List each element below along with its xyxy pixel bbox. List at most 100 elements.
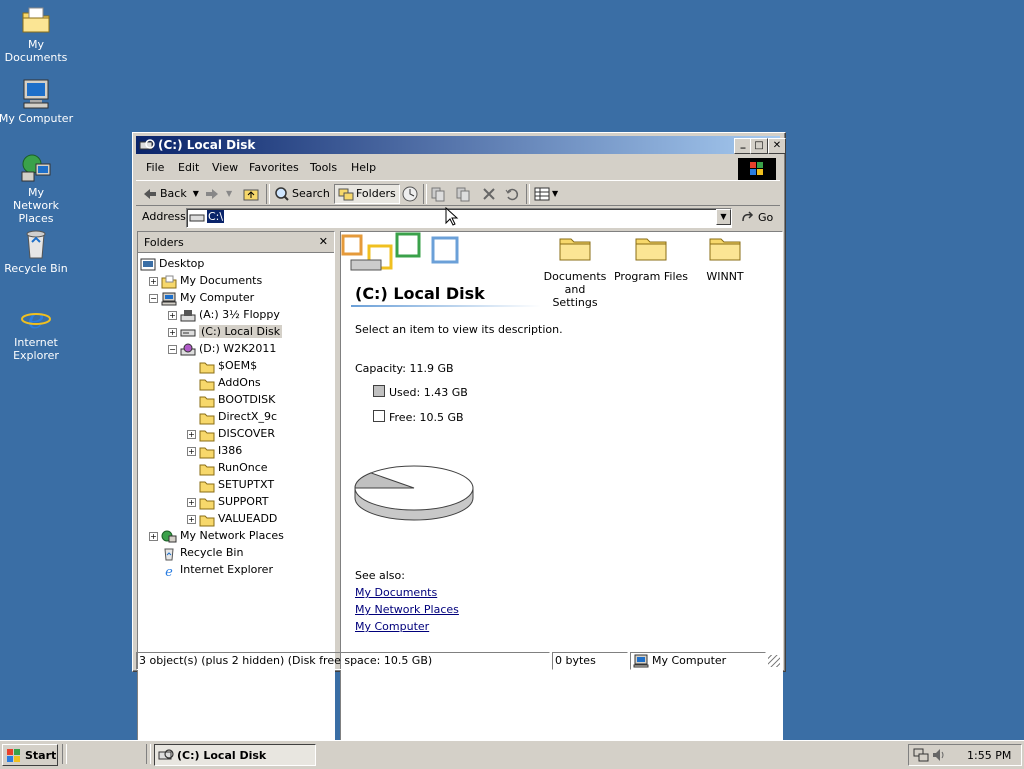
expand-button[interactable]: +: [187, 447, 196, 456]
search-button[interactable]: Search: [274, 185, 330, 203]
address-input[interactable]: C:\ ▼: [186, 208, 732, 228]
desktop-icon-my-computer[interactable]: My Computer: [0, 78, 74, 125]
delete-button[interactable]: [481, 185, 497, 203]
history-button[interactable]: [402, 185, 418, 203]
folders-pane: Folders ✕ Desktop + My Documents − My Comput…: [137, 231, 335, 749]
tree-item-label: I386: [218, 444, 243, 457]
free-text: Free: 10.5 GB: [389, 411, 464, 424]
computer-icon: [161, 292, 177, 305]
close-button[interactable]: ✕: [768, 138, 786, 154]
heading-underline: [351, 305, 541, 307]
menu-tools[interactable]: Tools: [310, 161, 337, 174]
tree-item[interactable]: RunOnce: [199, 459, 268, 476]
quick-launch-separator: [146, 744, 151, 764]
folder-icon: [559, 238, 591, 261]
menu-file[interactable]: File: [146, 161, 164, 174]
up-folder-button[interactable]: [242, 185, 260, 203]
resize-grip[interactable]: [768, 655, 780, 667]
link-my-network-places[interactable]: My Network Places: [355, 603, 459, 616]
link-my-computer[interactable]: My Computer: [355, 620, 429, 633]
tree-item[interactable]: My Documents: [161, 272, 262, 289]
mouse-cursor: [445, 207, 459, 226]
up-folder-icon: [243, 189, 259, 201]
tree-item[interactable]: (A:) 3½ Floppy: [180, 306, 280, 323]
expand-button[interactable]: +: [187, 498, 196, 507]
computer-icon: [20, 78, 52, 110]
internet-explorer-icon: e: [161, 564, 177, 580]
link-my-documents[interactable]: My Documents: [355, 586, 437, 599]
expand-button[interactable]: +: [168, 328, 177, 337]
maximize-button[interactable]: □: [750, 138, 768, 154]
tree-item[interactable]: Recycle Bin: [161, 544, 243, 561]
tree-item[interactable]: My Computer: [161, 289, 254, 306]
collapse-button[interactable]: −: [168, 345, 177, 354]
expand-button[interactable]: +: [149, 532, 158, 541]
collapse-button[interactable]: −: [149, 294, 158, 303]
tree-item-label: RunOnce: [218, 461, 268, 474]
volume-icon[interactable]: [931, 747, 947, 763]
expand-button[interactable]: +: [187, 430, 196, 439]
go-arrow-icon: [742, 211, 754, 222]
folder-icon: [199, 445, 215, 458]
tree-item-label: BOOTDISK: [218, 393, 276, 406]
file-item-program-files[interactable]: Program Files: [613, 234, 689, 283]
tree-item-label: DirectX_9c: [218, 410, 278, 423]
floppy-drive-icon: [180, 309, 196, 322]
tree-item[interactable]: BOOTDISK: [199, 391, 275, 408]
tree-item[interactable]: My Network Places: [161, 527, 284, 544]
menu-view[interactable]: View: [212, 161, 238, 174]
move-to-button[interactable]: [430, 185, 446, 203]
views-button[interactable]: ▼: [534, 185, 558, 203]
menu-edit[interactable]: Edit: [178, 161, 199, 174]
folders-icon: [338, 188, 354, 201]
back-button[interactable]: Back ▼: [142, 185, 199, 203]
tree-item[interactable]: SUPPORT: [199, 493, 269, 510]
title-bar[interactable]: (C:) Local Disk _ □ ✕: [136, 136, 786, 154]
copy-to-button[interactable]: [455, 185, 471, 203]
desktop-icon-my-network-places[interactable]: My Network Places: [0, 152, 74, 225]
desktop-icon-recycle-bin[interactable]: Recycle Bin: [0, 228, 74, 275]
my-documents-icon: [161, 275, 177, 288]
tree-item[interactable]: AddOns: [199, 374, 261, 391]
tree-item[interactable]: VALUEADD: [199, 510, 277, 527]
menu-favorites[interactable]: Favorites: [249, 161, 299, 174]
back-arrow-icon: [144, 189, 156, 199]
tree-item[interactable]: SETUPTXT: [199, 476, 274, 493]
forward-button[interactable]: ▼: [204, 185, 232, 203]
cd-drive-icon: [180, 343, 196, 356]
tree-item[interactable]: DISCOVER: [199, 425, 275, 442]
menu-help[interactable]: Help: [351, 161, 376, 174]
go-button[interactable]: Go: [740, 209, 773, 225]
folders-button[interactable]: Folders: [334, 184, 400, 204]
expand-button[interactable]: +: [149, 277, 158, 286]
expand-button[interactable]: +: [168, 311, 177, 320]
tree-item[interactable]: (C:) Local Disk: [180, 323, 283, 340]
file-item-documents-and-settings[interactable]: Documents and Settings: [537, 234, 613, 309]
tree-item[interactable]: DirectX_9c: [199, 408, 277, 425]
folder-icon: [635, 238, 667, 261]
start-button[interactable]: Start: [2, 744, 58, 766]
see-also-label: See also:: [355, 569, 405, 582]
tree-item[interactable]: $OEM$: [199, 357, 257, 374]
address-dropdown-button[interactable]: ▼: [716, 209, 731, 225]
taskbar-window-button[interactable]: (C:) Local Disk: [154, 744, 316, 766]
clock[interactable]: 1:55 PM: [967, 749, 1011, 762]
tree-item[interactable]: e Internet Explorer: [161, 561, 273, 580]
network-tray-icon[interactable]: [913, 747, 929, 763]
tree-item-label: (C:) Local Disk: [199, 325, 283, 338]
file-item-winnt[interactable]: WINNT: [687, 234, 763, 283]
tree-item[interactable]: I386: [199, 442, 242, 459]
folders-pane-close-button[interactable]: ✕: [319, 235, 328, 248]
undo-button[interactable]: [504, 185, 520, 203]
tree-item[interactable]: (D:) W2K2011: [180, 340, 276, 357]
drive-search-icon: [158, 749, 174, 760]
desktop-icon-internet-explorer[interactable]: e Internet Explorer: [0, 302, 74, 362]
desktop-icon-my-documents[interactable]: My Documents: [0, 4, 74, 64]
toolbar-separator: [266, 184, 270, 204]
recycle-bin-icon: [20, 228, 52, 260]
folders-pane-title: Folders: [144, 236, 184, 249]
tree-item[interactable]: Desktop: [140, 255, 204, 272]
expand-button[interactable]: +: [187, 515, 196, 524]
folder-icon: [709, 238, 741, 261]
used-text: Used: 1.43 GB: [389, 386, 468, 399]
